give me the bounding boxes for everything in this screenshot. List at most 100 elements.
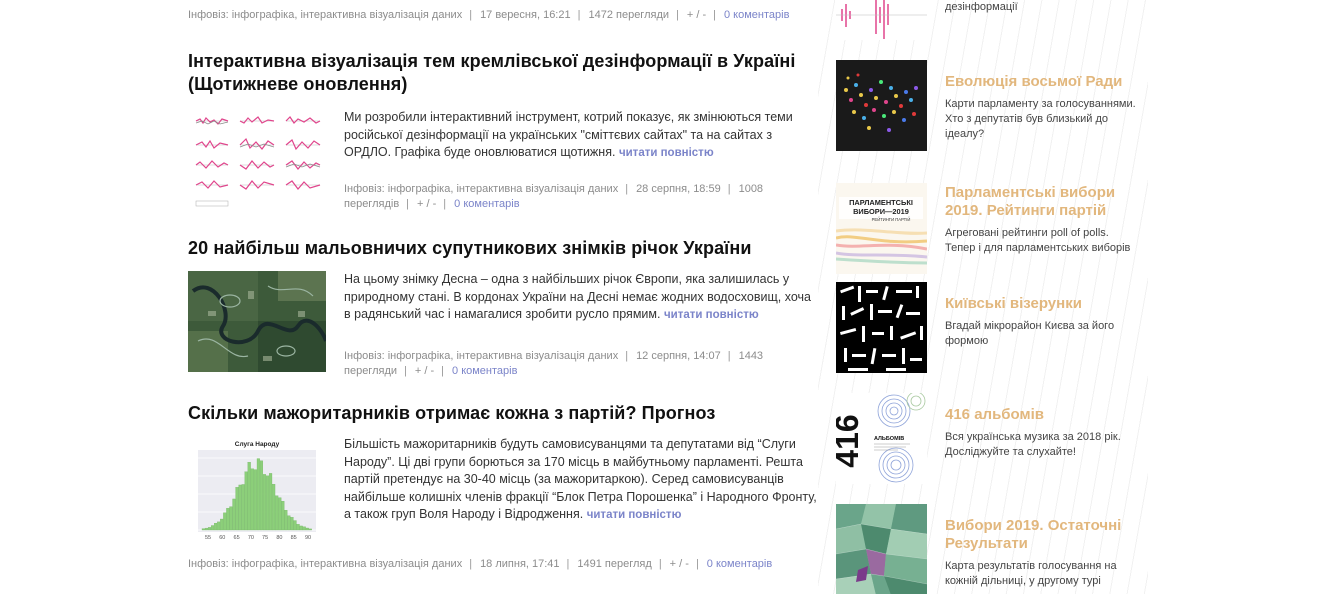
sidebar-thumbnail[interactable] <box>836 282 927 373</box>
read-more-link[interactable]: читати повністю <box>619 147 714 159</box>
histogram-bar <box>293 520 297 531</box>
sidebar-description: Карта результатів голосування на кожній … <box>945 560 1117 587</box>
meta-category[interactable]: Інфовіз: інфографіка, інтерактивна візуа… <box>188 558 462 570</box>
meta-votes[interactable]: + / - <box>417 198 436 210</box>
meta-comments-link[interactable]: 0 коментарів <box>454 198 519 210</box>
sidebar-text: Київські візерунки Вгадай мікрорайон Киє… <box>945 295 1136 349</box>
article-excerpt: Більшість мажоритарників будуть самовису… <box>344 436 818 525</box>
histogram-title: Слуга Народу <box>235 441 280 448</box>
histogram-bar <box>275 495 279 531</box>
sidebar-item[interactable]: Вибори 2019. Остаточні Результати Карта … <box>836 504 1136 594</box>
histogram-tick-label: 55 <box>205 535 211 541</box>
histogram-bar <box>250 468 254 531</box>
meta-category[interactable]: Інфовіз: інфографіка, інтерактивна візуа… <box>344 183 618 195</box>
sidebar-thumbnail[interactable] <box>836 60 927 151</box>
sidebar-title[interactable]: Київські візерунки <box>945 295 1136 313</box>
sidebar-item[interactable]: Еволюція восьмої Ради Карти парламенту з… <box>836 60 1136 151</box>
sidebar-title[interactable]: Вибори 2019. Остаточні Результати <box>945 517 1136 553</box>
article-meta: Інфовіз: інфографіка, інтерактивна візуа… <box>344 182 764 210</box>
sidebar-text: Еволюція восьмої Ради Карти парламенту з… <box>945 73 1136 142</box>
histogram-bar <box>269 473 273 531</box>
histogram-tick-label: 60 <box>219 535 225 541</box>
article-meta: Інфовіз: інфографіка, інтерактивна візуа… <box>344 349 764 377</box>
parliament-scatter-image <box>836 60 927 151</box>
sidebar-description: Карти парламенту за голосуваннями. Хто з… <box>945 98 1136 140</box>
histogram-bar <box>272 484 276 531</box>
article-card: Скільки мажоритарників отримає кожна з п… <box>188 402 818 570</box>
meta-votes[interactable]: + / - <box>670 558 689 570</box>
histogram-bar <box>247 462 251 531</box>
thumb-caption: АЛЬБОМІВ <box>874 436 904 442</box>
thumb-caption-2: ВИБОРИ—2019 <box>853 207 909 216</box>
sidebar-title[interactable]: Еволюція восьмої Ради <box>945 73 1136 91</box>
read-more-link[interactable]: читати повністю <box>587 509 682 521</box>
albums-416-image: 416 АЛЬБОМІВ <box>836 393 927 484</box>
disinfo-sidebar-image <box>836 0 927 40</box>
histogram-bar <box>284 510 288 531</box>
sidebar-thumbnail[interactable]: ПАРЛАМЕНТСЬКІ ВИБОРИ—2019 РЕЙТИНГИ ПАРТІ… <box>836 183 927 274</box>
article-thumbnail[interactable] <box>188 271 326 372</box>
histogram-bar <box>278 497 282 531</box>
histogram-bar <box>223 512 227 531</box>
sidebar-item[interactable]: дезінформації <box>836 0 1136 40</box>
histogram-bar <box>302 526 306 531</box>
article-thumbnail[interactable] <box>188 109 326 210</box>
histogram-bar <box>201 528 205 531</box>
sidebar-text: Парламентські вибори 2019. Рейтинги парт… <box>945 184 1136 256</box>
thumb-number: 416 <box>836 414 865 467</box>
meta-category[interactable]: Інфовіз: інфографіка, інтерактивна візуа… <box>188 9 462 21</box>
article-excerpt: На цьому знімку Десна – одна з найбільши… <box>344 271 818 325</box>
histogram-bar <box>241 484 245 531</box>
sidebar-title[interactable]: Парламентські вибори 2019. Рейтинги парт… <box>945 184 1136 220</box>
article-title[interactable]: Інтерактивна візуалізація тем кремлівськ… <box>188 50 818 96</box>
histogram-bar <box>308 528 312 531</box>
sidebar-description: Вся українська музика за 2018 рік. Дослі… <box>945 431 1121 458</box>
kyiv-pattern-image <box>836 282 927 373</box>
meta-comments-link[interactable]: 0 коментарів <box>724 9 789 21</box>
thumb-caption-3: РЕЙТИНГИ ПАРТІЙ <box>872 217 911 222</box>
histogram-bar <box>259 460 263 531</box>
sidebar-item[interactable]: ПАРЛАМЕНТСЬКІ ВИБОРИ—2019 РЕЙТИНГИ ПАРТІ… <box>836 183 1136 274</box>
sidebar-thumbnail[interactable]: 416 АЛЬБОМІВ <box>836 393 927 484</box>
thumb-caption-1: ПАРЛАМЕНТСЬКІ <box>849 198 913 207</box>
sidebar-item[interactable]: Київські візерунки Вгадай мікрорайон Киє… <box>836 282 1136 373</box>
meta-votes[interactable]: + / - <box>687 9 706 21</box>
histogram-bar <box>287 515 291 531</box>
sidebar-title[interactable]: 416 альбомів <box>945 406 1136 424</box>
article-meta: Інфовіз: інфографіка, інтерактивна візуа… <box>188 9 790 21</box>
histogram-tick-label: 90 <box>305 535 311 541</box>
meta-votes[interactable]: + / - <box>415 365 434 377</box>
read-more-link[interactable]: читати повністю <box>664 309 759 321</box>
meta-category[interactable]: Інфовіз: інфографіка, інтерактивна візуа… <box>344 350 618 362</box>
meta-views: 1472 перегляди <box>588 9 670 21</box>
histogram-bar <box>299 525 303 531</box>
histogram-bar <box>217 521 221 531</box>
histogram-thumbnail: Слуга Народу 55 60 65 70 75 80 85 90 <box>188 436 326 546</box>
article-body: Слуга Народу 55 60 65 70 75 80 85 90 Більшість … <box>188 436 818 570</box>
meta-date: 18 липня, 17:41 <box>480 558 560 570</box>
sidebar-thumbnail[interactable] <box>836 0 927 40</box>
histogram-bar <box>290 517 294 531</box>
meta-comments-link[interactable]: 0 коментарів <box>452 365 517 377</box>
histogram-bar <box>262 474 267 531</box>
histogram-bar <box>220 518 224 531</box>
sidebar-item[interactable]: 416 АЛЬБОМІВ 416 альбомів Вся українська… <box>836 393 1136 484</box>
histogram-bar <box>296 524 300 531</box>
histogram-bar <box>229 506 233 531</box>
article-thumbnail[interactable]: Слуга Народу 55 60 65 70 75 80 85 90 <box>188 436 326 546</box>
article-title[interactable]: 20 найбільш мальовничих супутникових зні… <box>188 237 818 260</box>
sidebar-text: дезінформації <box>945 0 1136 15</box>
histogram-bar <box>232 498 236 531</box>
histogram-bar <box>204 527 208 531</box>
histogram-tick-label: 65 <box>234 535 240 541</box>
article-title[interactable]: Скільки мажоритарників отримає кожна з п… <box>188 402 818 425</box>
elections-ratings-image: ПАРЛАМЕНТСЬКІ ВИБОРИ—2019 РЕЙТИНГИ ПАРТІ… <box>836 183 927 274</box>
meta-comments-link[interactable]: 0 коментарів <box>707 558 772 570</box>
sidebar-thumbnail[interactable] <box>836 504 927 594</box>
disinfo-chart-thumbnail <box>188 109 326 210</box>
histogram-bar <box>256 458 260 531</box>
histogram-bar <box>266 475 270 531</box>
histogram-bar <box>214 523 218 531</box>
sidebar-text: 416 альбомів Вся українська музика за 20… <box>945 406 1136 460</box>
histogram-tick-label: 75 <box>262 535 268 541</box>
